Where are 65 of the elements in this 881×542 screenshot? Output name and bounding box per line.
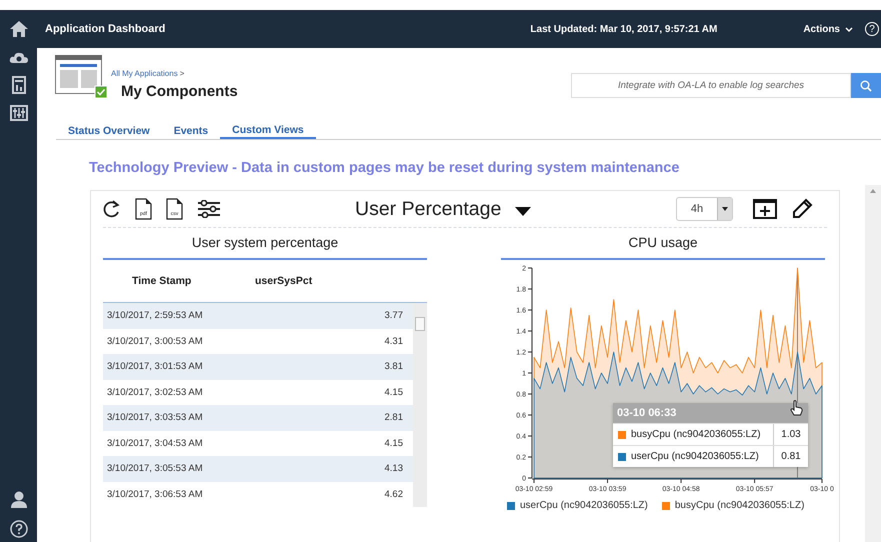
column-header: Time Stamp bbox=[131, 275, 192, 287]
user-icon[interactable] bbox=[10, 491, 28, 509]
search-icon bbox=[860, 80, 872, 92]
tab[interactable]: Status Overview bbox=[56, 122, 162, 139]
home-icon[interactable] bbox=[8, 20, 28, 38]
table-cell-text: 3/10/2017, 2:59:53 AM bbox=[106, 310, 204, 322]
app-title: Application Dashboard bbox=[45, 23, 166, 35]
table-cell-text: 3.77 bbox=[384, 310, 404, 322]
search-button[interactable] bbox=[851, 73, 881, 98]
table-cell-text: 4.13 bbox=[384, 463, 404, 474]
time-range-select[interactable]: 4h bbox=[676, 197, 733, 221]
last-updated: Last Updated: Mar 10, 2017, 9:57:21 AM bbox=[530, 24, 718, 34]
refresh-button[interactable] bbox=[103, 199, 121, 219]
chevron-icon bbox=[845, 26, 853, 32]
scrollbar[interactable] bbox=[413, 303, 427, 507]
add-panel-icon bbox=[753, 199, 777, 219]
page-title: My Components bbox=[121, 83, 238, 100]
preview-notice: Technology Preview - Data in custom pages may be reset during system maintenance bbox=[89, 160, 680, 176]
search-field[interactable]: Integrate with OA-LA to enable log searches bbox=[571, 73, 851, 98]
table-cell-text: 2.81 bbox=[384, 412, 404, 424]
legend-swatch bbox=[662, 502, 670, 510]
sliders-icon bbox=[197, 200, 221, 218]
table-cell-text: 3/10/2017, 3:01:53 AM bbox=[106, 361, 204, 372]
caret-icon bbox=[722, 207, 728, 211]
dropdown-triangle-icon[interactable] bbox=[515, 207, 532, 216]
add-panel-button[interactable] bbox=[753, 199, 777, 219]
hand-cursor-icon bbox=[790, 400, 803, 416]
table-cell-text: 3/10/2017, 3:03:53 AM bbox=[106, 412, 204, 424]
series-name: busyCpu (nc9042036055:LZ) bbox=[631, 429, 761, 440]
table-cell-text: 3/10/2017, 3:04:53 AM bbox=[106, 438, 204, 449]
table-cell-text: 4.15 bbox=[384, 386, 404, 398]
widget-title: User Percentage bbox=[355, 198, 502, 220]
breadcrumb-separator: > bbox=[180, 69, 184, 78]
table-cell-text: 3/10/2017, 3:06:53 AM bbox=[106, 488, 204, 500]
table-cell-text: 4.15 bbox=[384, 438, 404, 449]
series-name: userCpu (nc9042036055:LZ) bbox=[631, 451, 759, 462]
help-icon[interactable] bbox=[10, 520, 28, 538]
table-cell-text: 3.81 bbox=[384, 361, 404, 372]
pencil-icon bbox=[791, 198, 813, 220]
table-cell-text: 4.62 bbox=[384, 488, 404, 500]
sliders-icon[interactable] bbox=[10, 105, 28, 121]
table-cell-text: 4.31 bbox=[384, 336, 404, 347]
tooltip-title: 03-10 06:33 bbox=[613, 403, 808, 423]
scrollbar[interactable] bbox=[865, 185, 881, 542]
table-cell-text: 3/10/2017, 3:02:53 AM bbox=[106, 386, 204, 398]
column-header: userSysPct bbox=[255, 275, 312, 287]
series-value: 0.81 bbox=[780, 451, 802, 462]
help-button[interactable]: ? bbox=[865, 22, 879, 36]
settings-button[interactable] bbox=[197, 200, 221, 218]
table-cell-text: 3/10/2017, 3:05:53 AM bbox=[106, 463, 204, 474]
table-cell-text: 3/10/2017, 3:00:53 AM bbox=[106, 336, 204, 347]
tab[interactable]: Custom Views bbox=[220, 122, 316, 139]
report-icon[interactable] bbox=[12, 76, 26, 94]
breadcrumb-link[interactable]: All My Applications bbox=[111, 69, 178, 78]
legend-label[interactable]: userCpu (nc9042036055:LZ) bbox=[520, 500, 648, 511]
edit-button[interactable] bbox=[791, 198, 813, 220]
refresh-icon bbox=[103, 199, 121, 219]
chart-title: CPU usage bbox=[501, 228, 825, 260]
application-icon bbox=[55, 55, 107, 100]
actions-menu[interactable]: Actions bbox=[803, 24, 853, 34]
legend-swatch bbox=[507, 502, 515, 510]
series-value: 1.03 bbox=[780, 429, 802, 440]
tab[interactable]: Events bbox=[162, 122, 220, 139]
legend-label[interactable]: busyCpu (nc9042036055:LZ) bbox=[674, 500, 804, 511]
table-title: User system percentage bbox=[103, 228, 427, 260]
